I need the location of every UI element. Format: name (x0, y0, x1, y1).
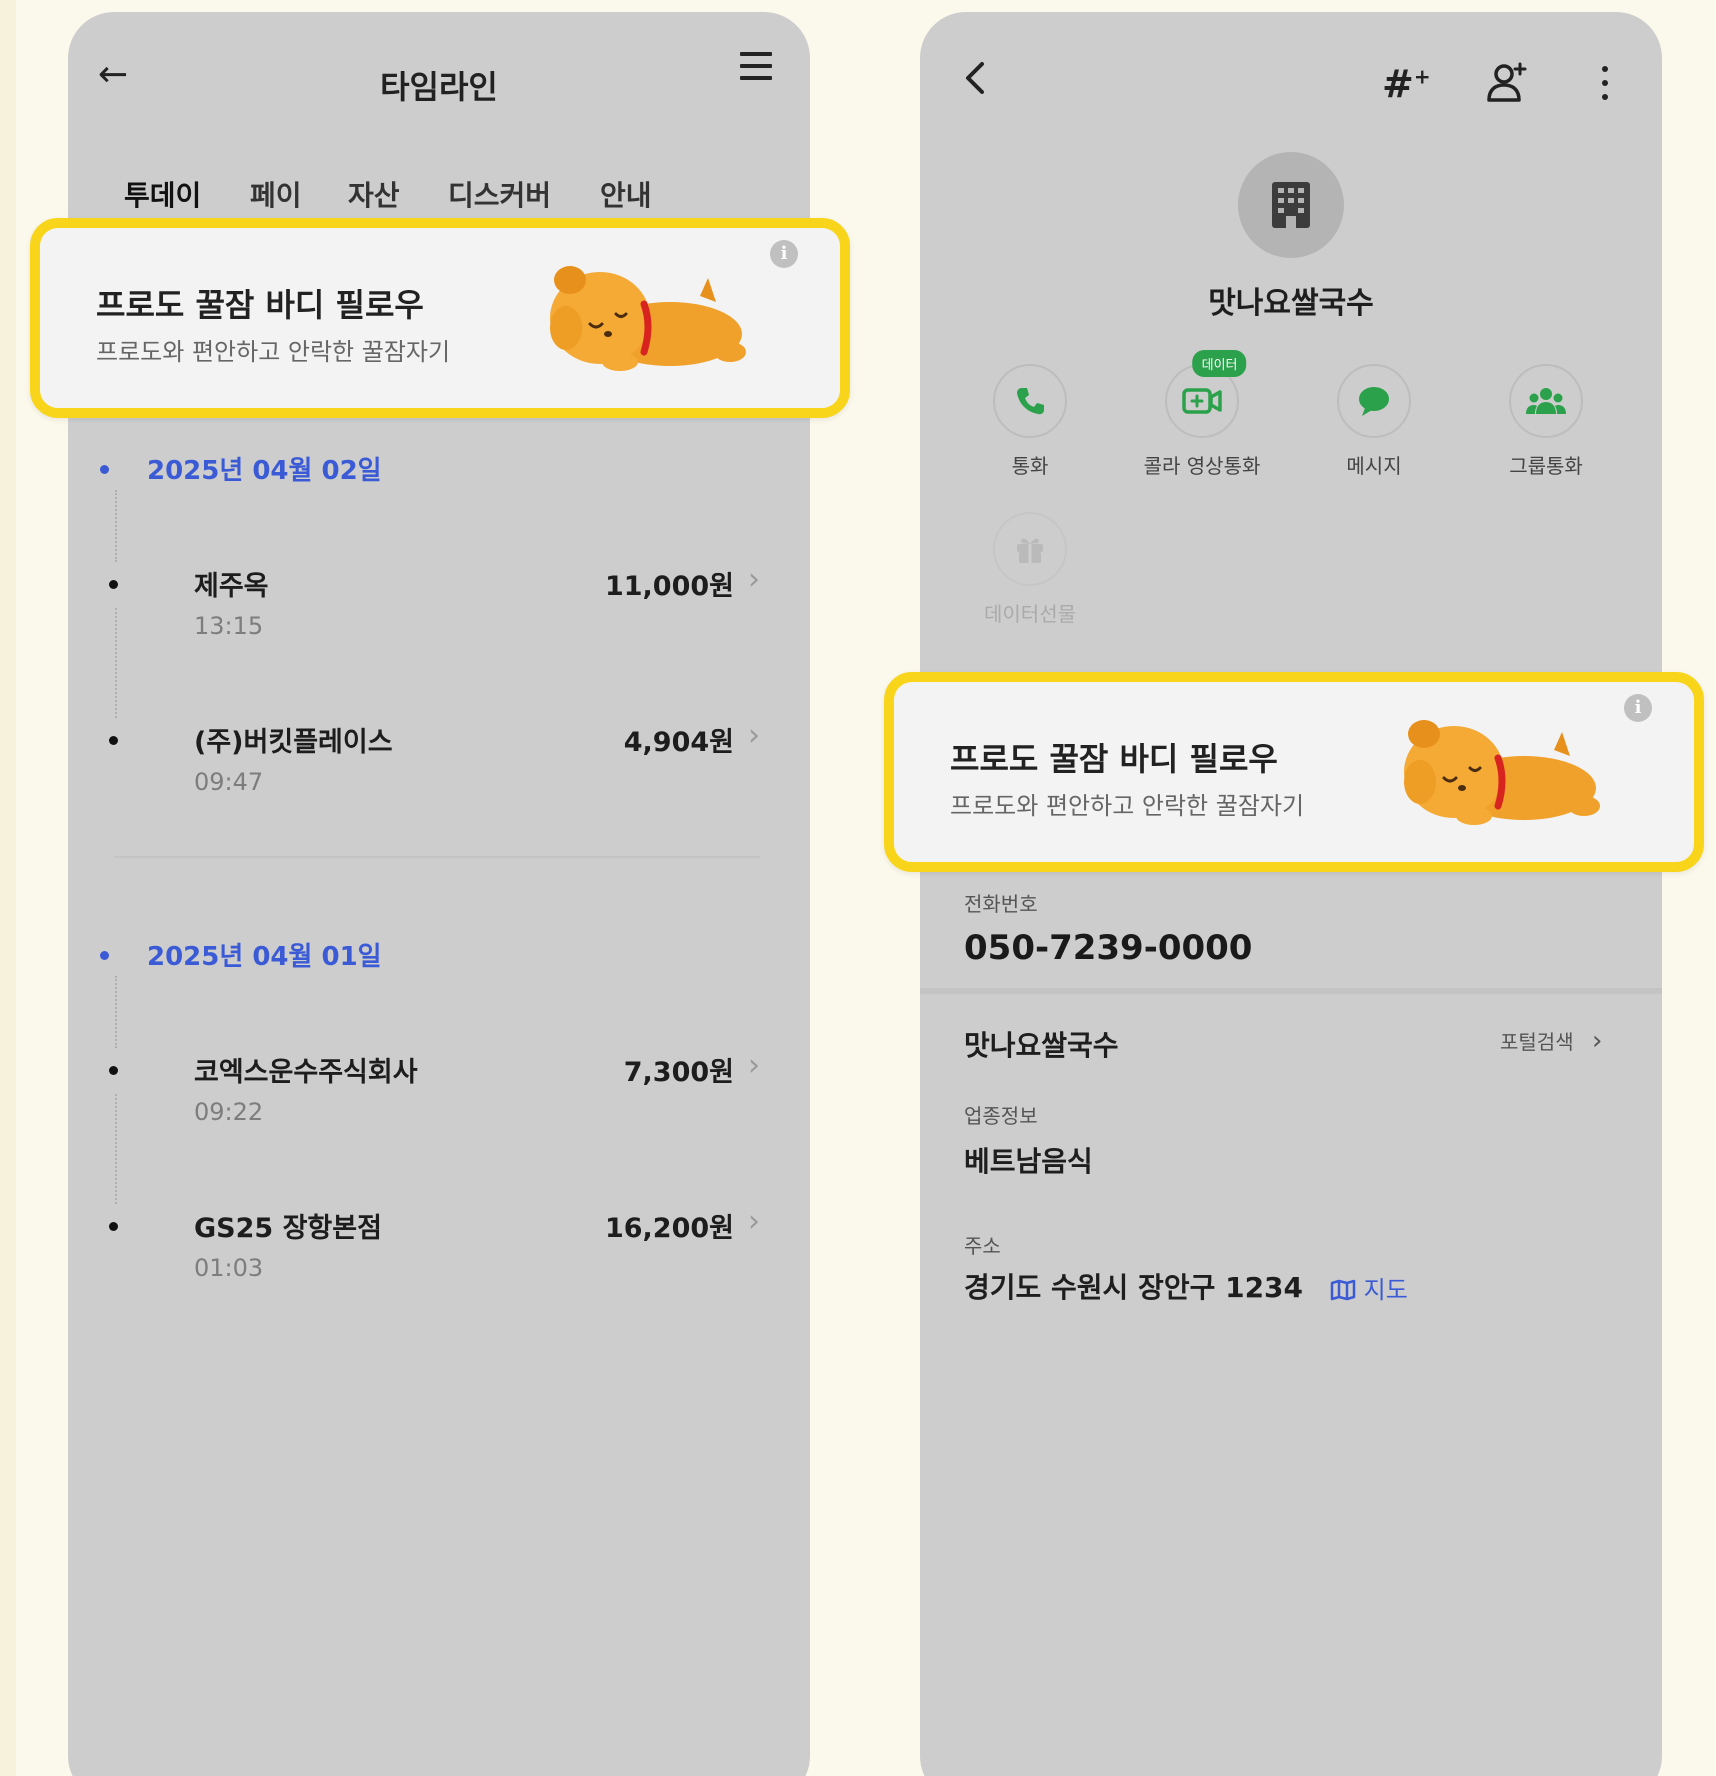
ad-subtitle: 프로도와 편안하고 안락한 꿀잠자기 (96, 338, 451, 366)
ad-title: 프로도 꿀잠 바디 필로우 (96, 286, 424, 324)
transaction-row[interactable]: (주)버킷플레이스 09:47 4,904원 › (100, 718, 760, 800)
group-call-circle (1509, 364, 1583, 438)
data-gift-button[interactable]: 데이터선물 (950, 512, 1110, 627)
transaction-time: 01:03 (194, 1254, 264, 1282)
chevron-right-icon: › (748, 718, 760, 753)
merchant-name: 코엑스운수주식회사 (194, 1057, 418, 1088)
transaction-amount: 16,200원 (604, 1213, 734, 1244)
transaction-row[interactable]: 코엑스운수주식회사 09:22 7,300원 › (100, 1048, 760, 1130)
tab-today[interactable]: 투데이 (124, 174, 201, 214)
ad-title: 프로도 꿀잠 바디 필로우 (950, 740, 1278, 778)
video-call-circle: 데이터 (1165, 350, 1247, 438)
transaction-time: 13:15 (194, 612, 264, 640)
portal-search-link[interactable]: 포털검색 › (1500, 1026, 1602, 1056)
section-divider (114, 856, 760, 858)
data-badge: 데이터 (1192, 350, 1247, 377)
action-label: 콜라 영상통화 (1143, 454, 1261, 478)
menu-icon[interactable] (740, 52, 772, 82)
profile-name: 맛나요쌀국수 (1208, 286, 1374, 321)
date-header: 2025년 04월 01일 (100, 936, 382, 973)
row-bullet (109, 580, 118, 589)
avatar (1238, 152, 1344, 258)
info-icon[interactable]: i (1624, 694, 1652, 722)
message-circle (1337, 364, 1411, 438)
section-divider (920, 988, 1662, 994)
group-call-icon (1526, 388, 1566, 414)
map-link[interactable]: 지도 (1330, 1270, 1408, 1305)
date-header: 2025년 04월 02일 (100, 450, 382, 487)
call-circle (993, 364, 1067, 438)
transaction-amount: 4,904원 (623, 727, 734, 758)
action-label: 그룹통화 (1509, 454, 1583, 478)
chevron-right-icon: › (1591, 1026, 1603, 1056)
business-name: 맛나요쌀국수 (964, 1029, 1119, 1062)
tab-discover[interactable]: 디스커버 (448, 174, 551, 214)
transaction-amount: 7,300원 (623, 1057, 734, 1088)
transaction-amount: 11,000원 (604, 571, 734, 602)
date-label: 2025년 04월 01일 (147, 942, 382, 972)
category-value: 베트남음식 (964, 1145, 1093, 1178)
portal-search-label: 포털검색 (1500, 1030, 1574, 1054)
phone-label: 전화번호 (964, 892, 1038, 916)
chevron-right-icon: › (748, 562, 760, 597)
more-options-icon[interactable] (1600, 66, 1610, 106)
transaction-time: 09:22 (194, 1098, 264, 1126)
message-button[interactable]: 메시지 (1294, 364, 1454, 479)
gift-icon (1017, 538, 1043, 563)
page-title: 타임라인 (380, 68, 498, 106)
call-button[interactable]: 통화 (950, 364, 1110, 479)
ad-banner[interactable]: 프로도 꿀잠 바디 필로우 프로도와 편안하고 안락한 꿀잠자기 i (30, 218, 850, 418)
row-bullet (109, 736, 118, 745)
bear-pillow-icon (1404, 720, 1600, 825)
action-label: 메시지 (1346, 454, 1402, 478)
date-label: 2025년 04월 02일 (147, 456, 382, 486)
back-chevron-icon[interactable] (956, 58, 996, 98)
timeline-line (115, 976, 117, 1048)
action-label: 통화 (1011, 454, 1049, 478)
date-dot (100, 465, 109, 474)
tab-pay[interactable]: 페이 (250, 174, 302, 214)
phone-number[interactable]: 050-7239-0000 (964, 928, 1252, 968)
map-icon (1330, 1279, 1356, 1301)
chevron-right-icon: › (748, 1204, 760, 1239)
chevron-right-icon: › (748, 1048, 760, 1083)
merchant-name: GS25 장항본점 (194, 1213, 382, 1244)
timeline-line (115, 608, 117, 718)
hashtag-add-icon[interactable]: #+ (1382, 62, 1431, 106)
address-value: 경기도 수원시 장안구 1234 (964, 1271, 1304, 1304)
tab-assets[interactable]: 자산 (348, 174, 400, 214)
map-label: 지도 (1363, 1276, 1408, 1304)
video-call-button[interactable]: 데이터 콜라 영상통화 (1122, 350, 1282, 479)
timeline-line (115, 1094, 117, 1204)
merchant-name: 제주옥 (194, 571, 269, 602)
video-call-icon (1182, 388, 1222, 414)
building-icon (1272, 182, 1310, 228)
add-friend-icon[interactable] (1484, 60, 1530, 106)
transaction-row[interactable]: 제주옥 13:15 11,000원 › (100, 562, 760, 644)
profile-screen: #+ 맛나요쌀국수 통화 데이터 콜라 영상통화 메시지 그룹통화 데이터선물 … (920, 12, 1662, 1776)
category-label: 업종정보 (964, 1104, 1038, 1128)
row-bullet (109, 1222, 118, 1231)
phone-icon (1017, 388, 1044, 415)
row-bullet (109, 1066, 118, 1075)
timeline-line (115, 490, 117, 562)
ad-subtitle: 프로도와 편안하고 안락한 꿀잠자기 (950, 792, 1305, 820)
date-dot (100, 951, 109, 960)
bear-pillow-icon (550, 266, 746, 371)
page-edge (0, 0, 16, 1776)
merchant-name: (주)버킷플레이스 (194, 727, 393, 758)
tab-guide[interactable]: 안내 (600, 174, 652, 214)
group-call-button[interactable]: 그룹통화 (1466, 364, 1626, 479)
message-icon (1359, 387, 1389, 416)
info-icon[interactable]: i (770, 240, 798, 268)
transaction-time: 09:47 (194, 768, 264, 796)
data-gift-circle (993, 512, 1067, 586)
action-label: 데이터선물 (984, 602, 1076, 626)
ad-banner[interactable]: 프로도 꿀잠 바디 필로우 프로도와 편안하고 안락한 꿀잠자기 i (884, 672, 1704, 872)
transaction-row[interactable]: GS25 장항본점 01:03 16,200원 › (100, 1204, 760, 1286)
address-label: 주소 (964, 1234, 1001, 1258)
